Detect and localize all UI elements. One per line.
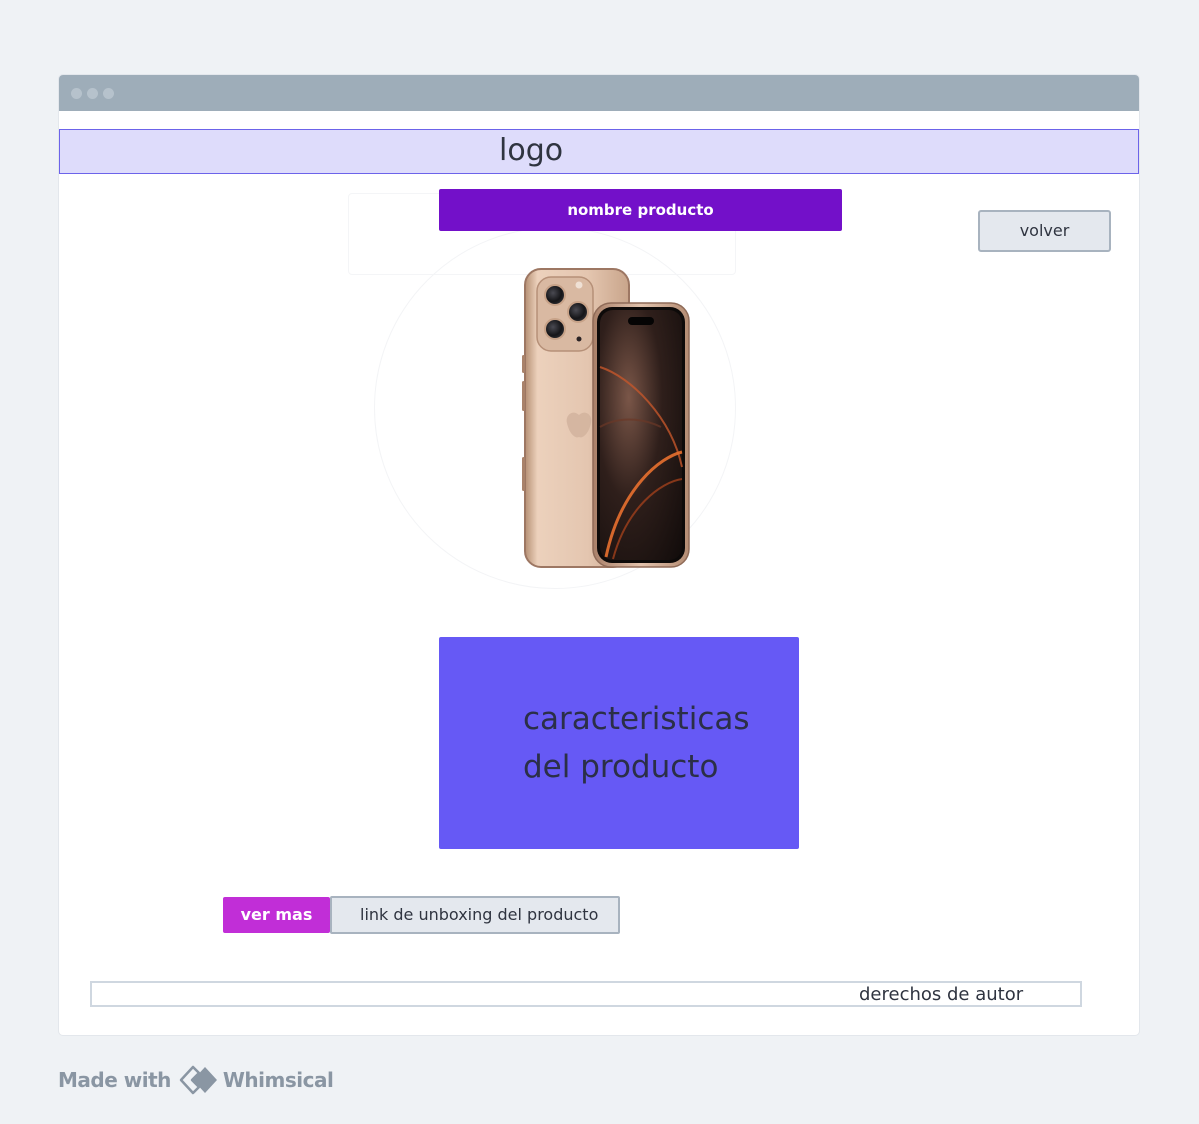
features-line-1: caracteristicas bbox=[523, 701, 750, 737]
features-line-2: del producto bbox=[523, 749, 719, 785]
window-dot-icon[interactable] bbox=[87, 88, 98, 99]
back-button[interactable]: volver bbox=[978, 210, 1111, 252]
phone-illustration-icon bbox=[522, 268, 690, 568]
browser-window: logo nombre producto volver caracteristi… bbox=[59, 75, 1139, 1035]
unboxing-link-button[interactable]: link de unboxing del producto bbox=[330, 896, 620, 934]
footer-bar: derechos de autor bbox=[90, 981, 1082, 1007]
brand-name: Whimsical bbox=[222, 1068, 334, 1092]
made-with-label: Made with bbox=[58, 1068, 171, 1092]
window-dot-icon[interactable] bbox=[103, 88, 114, 99]
whimsical-logo-icon bbox=[179, 1065, 217, 1095]
product-image bbox=[521, 267, 691, 571]
made-with-badge[interactable]: Made with Whimsical bbox=[58, 1064, 334, 1096]
features-text: caracteristicas del producto bbox=[523, 695, 783, 791]
product-features-box: caracteristicas del producto bbox=[439, 637, 799, 849]
logo-text[interactable]: logo bbox=[499, 132, 563, 170]
copyright-text: derechos de autor bbox=[859, 984, 1024, 1005]
see-more-button[interactable]: ver mas bbox=[223, 897, 330, 933]
window-dot-icon[interactable] bbox=[71, 88, 82, 99]
product-name-button[interactable]: nombre producto bbox=[439, 189, 842, 231]
window-titlebar bbox=[59, 75, 1139, 111]
header-logo-bar: logo bbox=[59, 129, 1139, 174]
